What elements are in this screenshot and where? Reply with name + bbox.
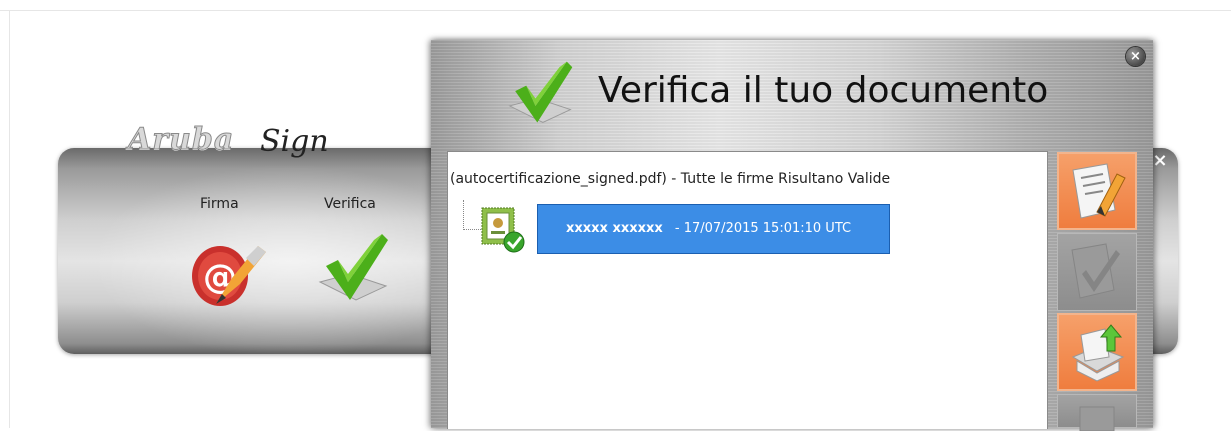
- panel-close-icon[interactable]: ×: [1150, 151, 1170, 171]
- verify-document-icon: [1071, 243, 1120, 299]
- tree-connector: [463, 200, 464, 230]
- signer-name: xxxxx xxxxxx: [566, 221, 663, 236]
- logo-script: Sign: [260, 124, 329, 159]
- svg-text:@: @: [203, 257, 237, 297]
- dialog-check-icon: [506, 58, 576, 128]
- verifica-button[interactable]: [316, 230, 392, 306]
- verifica-label: Verifica: [324, 196, 376, 212]
- save-button[interactable]: [1057, 394, 1137, 431]
- dialog-close-icon[interactable]: ×: [1126, 47, 1145, 66]
- firma-seal-pen-icon: @: [192, 246, 266, 306]
- verify-document-button[interactable]: [1057, 233, 1137, 311]
- signature-timestamp: - 17/07/2015 15:01:10 UTC: [670, 221, 852, 236]
- certificate-valid-icon: [480, 206, 528, 254]
- verifica-check-icon: [318, 234, 388, 301]
- signature-tree[interactable]: [447, 151, 1048, 429]
- top-divider: [0, 10, 1231, 11]
- arubasign-logo: Aruba Sign: [127, 122, 348, 162]
- export-document-icon: [1071, 324, 1125, 382]
- firma-button[interactable]: @: [186, 228, 270, 312]
- dialog-title: Verifica il tuo documento: [598, 70, 1049, 111]
- tree-connector: [463, 229, 481, 230]
- logo-text: Aruba: [127, 122, 235, 158]
- export-document-button[interactable]: [1057, 313, 1137, 391]
- sign-document-icon: [1072, 163, 1126, 219]
- signature-row-selected[interactable]: xxxxx xxxxxx - 17/07/2015 15:01:10 UTC: [537, 204, 890, 254]
- save-icon: [1079, 406, 1115, 431]
- sign-document-button[interactable]: [1057, 152, 1137, 230]
- left-divider: [9, 10, 10, 428]
- tree-root-label[interactable]: (autocertificazione_signed.pdf) - Tutte …: [450, 171, 890, 187]
- firma-label: Firma: [200, 196, 239, 212]
